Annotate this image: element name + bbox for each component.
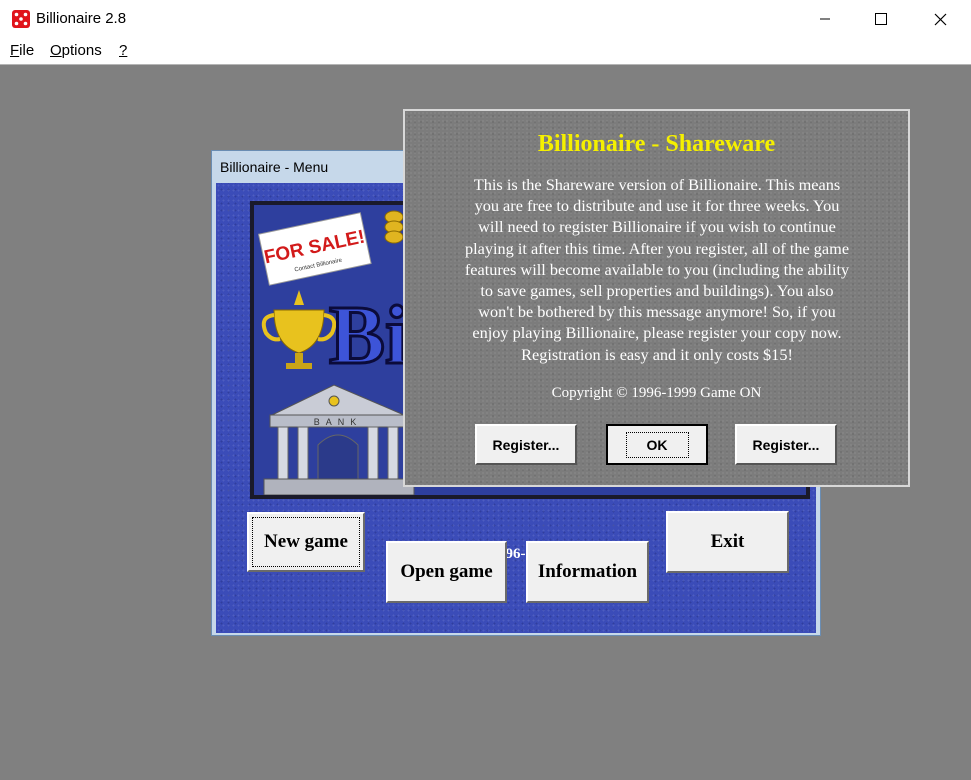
information-button[interactable]: Information: [526, 541, 649, 603]
menu-options[interactable]: Options: [50, 42, 102, 59]
new-game-button[interactable]: New game: [247, 512, 365, 572]
dialog-line: Registration is easy and it only costs $…: [521, 344, 793, 364]
register-button-right[interactable]: Register...: [735, 424, 837, 465]
dialog-line: features will become available to you (i…: [464, 259, 850, 279]
exit-button[interactable]: Exit: [666, 511, 789, 573]
menu-help[interactable]: ?: [119, 42, 127, 59]
menu-bar: File Options ?: [0, 38, 971, 64]
exit-label: Exit: [710, 531, 745, 552]
menu-options-mnemonic: O: [50, 42, 62, 59]
minimize-icon: [820, 18, 830, 20]
minimize-button[interactable]: [796, 0, 854, 38]
menu-file-rest: ile: [19, 42, 35, 59]
shareware-dialog: Billionaire - Shareware This is the Shar…: [403, 109, 910, 487]
trophy-icon: [261, 290, 337, 369]
dialog-line: to save games, sell properties and build…: [480, 281, 834, 301]
maximize-icon: [875, 13, 887, 25]
dialog-message: This is the Shareware version of Billion…: [427, 174, 887, 365]
bank-sign-text: BANK: [314, 417, 363, 427]
close-button[interactable]: [911, 0, 969, 38]
dialog-copyright: Copyright © 1996-1999 Game ON: [551, 385, 762, 401]
title-bar: Billionaire 2.8: [0, 0, 971, 38]
register-left-label: Register...: [492, 436, 560, 453]
dialog-line: won't be bothered by this message anymor…: [478, 302, 836, 322]
register-button-left[interactable]: Register...: [475, 424, 577, 465]
menu-window-title[interactable]: Billionaire - Menu: [220, 159, 328, 175]
close-icon: [934, 13, 946, 25]
bank-icon: BANK: [263, 384, 415, 495]
ok-button[interactable]: OK: [606, 424, 708, 465]
menu-file[interactable]: File: [10, 42, 34, 59]
new-game-label: New game: [264, 531, 348, 552]
menu-help-mnemonic: ?: [119, 42, 128, 59]
ok-label: OK: [625, 431, 689, 458]
dialog-line: This is the Shareware version of Billion…: [473, 175, 841, 194]
dialog-line: playing it after this time. After you re…: [464, 238, 850, 258]
information-label: Information: [537, 561, 638, 582]
logo-text: Bi: [329, 289, 408, 382]
dialog-line: will need to register Billionaire if you…: [478, 217, 836, 237]
window-title: Billionaire 2.8: [36, 10, 127, 27]
menu-options-rest: ptions: [61, 42, 102, 59]
maximize-button[interactable]: [852, 0, 910, 38]
red-dice-icon: [12, 10, 30, 28]
dialog-line: enjoy playing Billionaire, please regist…: [472, 323, 842, 343]
dialog-title: Billionaire - Shareware: [537, 131, 776, 157]
open-game-button[interactable]: Open game: [386, 541, 507, 603]
register-right-label: Register...: [752, 436, 820, 453]
coins-icon: [384, 210, 404, 244]
dialog-line: you are free to distribute and use it fo…: [474, 196, 840, 216]
open-game-label: Open game: [400, 561, 493, 582]
menu-file-mnemonic: F: [10, 42, 20, 59]
